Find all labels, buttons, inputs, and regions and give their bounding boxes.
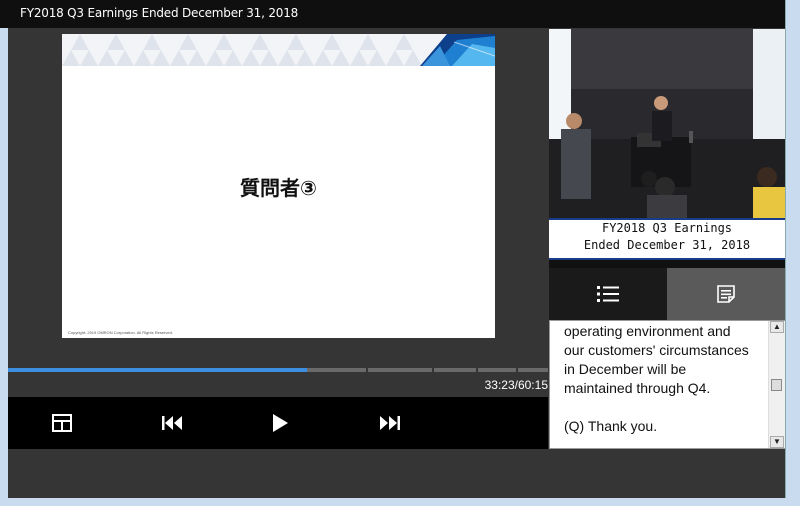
video-caption: FY2018 Q3 Earnings Ended December 31, 20…: [549, 218, 785, 260]
video-caption-line2: Ended December 31, 2018: [583, 238, 751, 252]
scroll-thumb[interactable]: [771, 379, 782, 391]
playback-time: 33:23/60:15: [484, 378, 548, 392]
player-controls: [8, 397, 548, 449]
notes-icon: [717, 285, 735, 303]
scroll-down-button[interactable]: ▼: [770, 436, 784, 448]
video-frame-image: [549, 29, 785, 218]
tab-index[interactable]: [549, 268, 667, 320]
transcript-paragraph: operating environment and our customers'…: [564, 323, 749, 396]
side-panel-tabs: [549, 268, 785, 320]
speaker-video: FY2018 Q3 Earnings Ended December 31, 20…: [549, 29, 785, 268]
transcript-scrollbar[interactable]: ▲ ▼: [768, 321, 785, 448]
list-icon: [597, 286, 619, 302]
play-button[interactable]: [250, 397, 310, 449]
player-stage: 質問者③ Copyright: 2019 OMRON Corporation. …: [8, 28, 786, 498]
layout-icon: [52, 414, 72, 432]
slide-header-pattern: [62, 34, 495, 66]
transcript-paragraph: (Q) Thank you.: [564, 418, 658, 434]
transcript-panel[interactable]: operating environment and our customers'…: [549, 320, 786, 449]
chapter-marker: [516, 368, 518, 372]
slide-title: 質問者③: [240, 176, 317, 200]
next-icon: [380, 416, 400, 430]
window-title: FY2018 Q3 Earnings Ended December 31, 20…: [20, 6, 299, 20]
chapter-marker: [432, 368, 434, 372]
scroll-up-button[interactable]: ▲: [770, 321, 784, 333]
title-bar: FY2018 Q3 Earnings Ended December 31, 20…: [0, 0, 785, 28]
next-button[interactable]: [360, 397, 420, 449]
layout-button[interactable]: [32, 397, 92, 449]
previous-icon: [162, 416, 182, 430]
previous-button[interactable]: [142, 397, 202, 449]
chapter-marker: [476, 368, 478, 372]
player-bottom-area: [8, 449, 785, 498]
presentation-slide: 質問者③ Copyright: 2019 OMRON Corporation. …: [62, 34, 495, 338]
play-icon: [273, 414, 288, 432]
seek-bar[interactable]: [8, 367, 548, 373]
seek-progress-fill: [8, 368, 308, 372]
window-frame-right: [785, 0, 800, 506]
chapter-marker: [366, 368, 368, 372]
app-window: FY2018 Q3 Earnings Ended December 31, 20…: [0, 0, 800, 506]
transcript-text: operating environment and our customers'…: [564, 322, 754, 436]
tab-transcript[interactable]: [667, 268, 785, 320]
window-frame-bottom: [0, 498, 800, 506]
video-caption-line1: FY2018 Q3 Earnings: [601, 221, 733, 235]
slide-copyright: Copyright: 2019 OMRON Corporation. All R…: [68, 330, 173, 335]
